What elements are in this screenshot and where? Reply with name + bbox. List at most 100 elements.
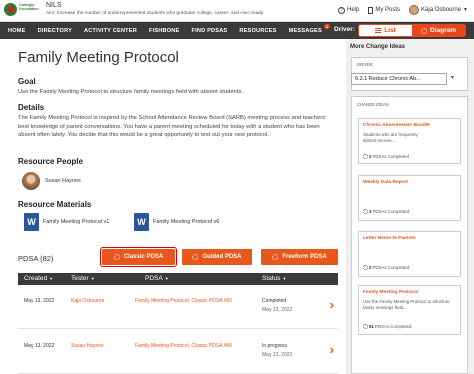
idea-count-value: 2 [369, 265, 372, 270]
pdsa-table-header: Created ▼ Tester ▼ PDSA ▼ Status ▼ [18, 273, 338, 285]
row-status: In progress May 13, 2022 [262, 343, 292, 358]
messages-badge: 1 [324, 23, 330, 29]
org-name: Carnegie Foundation [19, 3, 39, 11]
nav-home[interactable]: HOME [8, 28, 26, 34]
idea-title[interactable]: Weekly Data Report [363, 180, 408, 185]
diagram-view-label: Diagram [429, 27, 456, 34]
row-status: Completed May 13, 2022 [262, 298, 292, 313]
sort-icon: ▼ [282, 276, 287, 281]
chevron-down-icon[interactable]: ▼ [450, 75, 455, 81]
change-ideas-label: CHANGE IDEAS [357, 102, 389, 107]
main-content: Family Meeting Protocol Goal Use the Fam… [0, 39, 346, 374]
list-icon [375, 28, 382, 33]
classic-pdsa-label: Classic PDSA [123, 254, 164, 260]
pdsa-icon [363, 324, 368, 329]
idea-description: Use the Family Meeting Protocol to struc… [363, 299, 450, 310]
row-status-date: May 13, 2022 [262, 352, 293, 358]
nav-fishbone[interactable]: FISHBONE [149, 28, 180, 34]
row-status-label: Completed [262, 298, 287, 304]
idea-title[interactable]: Family Meeting Protocol [363, 290, 418, 295]
idea-title[interactable]: Chronic Absenteeism Bundle [363, 123, 430, 128]
col-status[interactable]: Status ▼ [262, 275, 286, 282]
col-tester-label: Tester [71, 275, 89, 282]
chevron-right-icon[interactable]: › [330, 343, 334, 356]
col-status-label: Status [262, 275, 281, 282]
guided-pdsa-label: Guided PDSA [202, 254, 242, 260]
change-idea-card[interactable]: Family Meeting Protocol Use the Family M… [358, 285, 461, 335]
row-created: May 13, 2022 [24, 298, 55, 304]
row-pdsa[interactable]: Family Meeting Protocol, Classic PDSA #8… [135, 298, 232, 304]
row-status-date: May 13, 2022 [262, 307, 293, 313]
col-pdsa[interactable]: PDSA ▼ [145, 275, 169, 282]
goal-text: Use the Family Meeting Protocol to struc… [18, 89, 243, 95]
pdsa-icon [272, 254, 279, 260]
col-created-label: Created [24, 275, 48, 282]
change-idea-card[interactable]: Letter Home to Parents 2 PDSAs Completed [358, 231, 461, 277]
row-tester[interactable]: Kája Osbourne [71, 298, 104, 304]
header-actions: ? Help My Posts Kája Osbourne ▼ [338, 5, 468, 15]
material-item[interactable]: W Family Meeting Protocol v1 [24, 212, 134, 232]
table-row[interactable]: May 13, 2022 Kája Osbourne Family Meetin… [18, 285, 338, 329]
idea-title[interactable]: Letter Home to Parents [363, 236, 416, 241]
change-ideas-sidebar: More Change Ideas DRIVER 6.2.1 Reduce Ch… [346, 39, 474, 374]
resource-person[interactable]: Susan Haynes [22, 170, 92, 192]
col-pdsa-label: PDSA [145, 275, 163, 282]
help-link[interactable]: ? Help [338, 6, 360, 14]
nav-directory[interactable]: DIRECTORY [38, 28, 72, 34]
driver-card-label: DRIVER [357, 62, 373, 67]
person-name: Susan Haynes [45, 178, 81, 184]
aim-text: Aim: Increase the number of underreprese… [46, 11, 265, 16]
col-created[interactable]: Created ▼ [24, 275, 53, 282]
view-toggle: List Diagram [358, 24, 466, 37]
app-name: NILS [46, 2, 62, 9]
top-bar: Carnegie Foundation NILS Aim: Increase t… [0, 0, 474, 22]
idea-count-value: 2 [369, 154, 372, 159]
idea-count-label: PDSAs Completed [372, 154, 410, 159]
help-icon: ? [338, 6, 345, 14]
user-menu[interactable]: Kája Osbourne ▼ [409, 5, 468, 15]
carnegie-logo[interactable]: Carnegie Foundation [4, 2, 42, 20]
word-doc-icon: W [24, 213, 39, 231]
sidebar-title: More Change Ideas [350, 44, 406, 50]
material-item[interactable]: W Family Meeting Protocol v6 [134, 212, 244, 232]
pdsa-icon [363, 154, 368, 159]
driver-label: Driver: [334, 26, 355, 33]
guided-pdsa-button[interactable]: Guided PDSA [182, 249, 252, 265]
freeform-pdsa-button[interactable]: Freeform PDSA [261, 249, 338, 265]
idea-description: Students who are frequently absent recei… [363, 132, 418, 143]
change-idea-card[interactable]: Chronic Absenteeism Bundle Students who … [358, 118, 461, 164]
diagram-view-button[interactable]: Diagram [412, 25, 465, 36]
idea-count: 3 PDSAs Completed [363, 209, 409, 214]
sort-icon: ▼ [90, 276, 95, 281]
pdsa-icon [363, 209, 368, 214]
row-pdsa[interactable]: Family Meeting Protocol, Classic PDSA #8… [135, 343, 232, 349]
table-row[interactable]: May 13, 2022 Susan Haynes Family Meeting… [18, 330, 338, 374]
nav-find-pdsas[interactable]: FIND PDSAS [191, 28, 227, 34]
pdsa-count: PDSA (82) [18, 254, 54, 263]
my-posts-link[interactable]: My Posts [368, 6, 401, 14]
col-tester[interactable]: Tester ▼ [71, 275, 95, 282]
sort-icon: ▼ [164, 276, 169, 281]
driver-select[interactable]: 6.2.1 Reduce Chronic Ab... [351, 73, 447, 85]
idea-count-label: PDSAs Completed [374, 324, 412, 329]
row-status-label: In progress [262, 343, 288, 349]
diagram-icon [420, 27, 427, 34]
document-icon [368, 6, 374, 14]
nav-resources[interactable]: RESOURCES [239, 28, 276, 34]
idea-count: 2 PDSAs Completed [363, 154, 409, 159]
sort-icon: ▼ [49, 276, 54, 281]
list-view-button[interactable]: List [359, 25, 412, 36]
idea-count-value: 51 [369, 324, 374, 329]
user-name: Kája Osbourne [421, 7, 462, 13]
help-label: Help [347, 7, 360, 13]
nav-messages[interactable]: MESSAGES 1 [289, 23, 330, 34]
idea-count-label: PDSAs Completed [372, 265, 410, 270]
change-idea-card[interactable]: Weekly Data Report 3 PDSAs Completed [358, 175, 461, 221]
my-posts-label: My Posts [375, 7, 401, 13]
freeform-pdsa-label: Freeform PDSA [282, 254, 327, 260]
row-tester[interactable]: Susan Haynes [71, 343, 104, 349]
details-text: The Family Meeting Protocol is inspired … [18, 115, 327, 138]
classic-pdsa-button[interactable]: Classic PDSA [99, 246, 178, 268]
nav-activity-center[interactable]: ACTIVITY CENTER [84, 28, 137, 34]
chevron-right-icon[interactable]: › [330, 298, 334, 311]
